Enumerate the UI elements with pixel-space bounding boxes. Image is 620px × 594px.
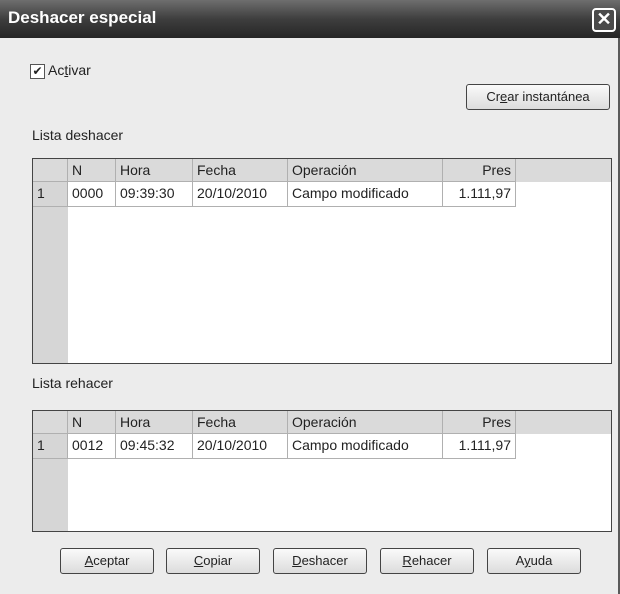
activate-label[interactable]: Activar [48, 62, 91, 78]
close-button[interactable]: ✕ [592, 8, 616, 32]
row-index: 1 [33, 182, 68, 207]
redo-mnemonic: R [402, 553, 412, 568]
snapshot-pre: Cr [486, 89, 501, 104]
table-row[interactable]: 1 0000 09:39:30 20/10/2010 Campo modific… [33, 182, 611, 207]
cell-n: 0012 [68, 434, 116, 459]
undo-list-grid[interactable]: N Hora Fecha Operación Pres 1 0000 09:39… [32, 158, 612, 364]
redo-button[interactable]: Rehacer [380, 548, 474, 574]
row-index: 1 [33, 434, 68, 459]
cell-operacion: Campo modificado [288, 182, 443, 207]
col-header-n[interactable]: N [68, 159, 116, 182]
col-header-hora[interactable]: Hora [116, 411, 193, 434]
help-button[interactable]: Ayuda [487, 548, 581, 574]
undo-mnemonic: D [292, 553, 302, 568]
table-row[interactable]: 1 0012 09:45:32 20/10/2010 Campo modific… [33, 434, 611, 459]
redo-label: ehacer [411, 553, 452, 568]
undo-button[interactable]: Deshacer [273, 548, 367, 574]
title-bar: Deshacer especial ✕ [0, 0, 620, 38]
redo-list-grid[interactable]: N Hora Fecha Operación Pres 1 0012 09:45… [32, 410, 612, 532]
col-header-hora[interactable]: Hora [116, 159, 193, 182]
cell-n: 0000 [68, 182, 116, 207]
corner-cell [33, 159, 68, 182]
col-header-fecha[interactable]: Fecha [193, 159, 288, 182]
help-label-pre: A [515, 553, 525, 568]
copy-label: opiar [203, 553, 233, 568]
cell-pres: 1.111,97 [443, 434, 516, 459]
redo-header-row: N Hora Fecha Operación Pres [33, 411, 611, 434]
accept-mnemonic: A [84, 553, 94, 568]
cell-operacion: Campo modificado [288, 434, 443, 459]
col-header-pres[interactable]: Pres [443, 411, 516, 434]
corner-cell [33, 411, 68, 434]
col-header-fecha[interactable]: Fecha [193, 411, 288, 434]
col-header-operacion[interactable]: Operación [288, 159, 443, 182]
cell-fecha: 20/10/2010 [193, 434, 288, 459]
activate-checkbox[interactable]: ✔ [30, 64, 45, 79]
undo-label: eshacer [301, 553, 348, 568]
snapshot-post: ar instantánea [507, 89, 590, 104]
copy-button[interactable]: Copiar [166, 548, 260, 574]
col-header-pres[interactable]: Pres [443, 159, 516, 182]
undo-special-dialog: Deshacer especial ✕ ✔ Activar Crear inst… [0, 0, 620, 594]
activate-label-pre: Ac [48, 62, 65, 78]
col-header-n[interactable]: N [68, 411, 116, 434]
undo-header-row: N Hora Fecha Operación Pres [33, 159, 611, 182]
cell-hora: 09:39:30 [116, 182, 193, 207]
dialog-title: Deshacer especial [8, 8, 157, 27]
cell-fecha: 20/10/2010 [193, 182, 288, 207]
cell-hora: 09:45:32 [116, 434, 193, 459]
undo-list-title: Lista deshacer [32, 127, 124, 143]
cell-pres: 1.111,97 [443, 182, 516, 207]
col-header-operacion[interactable]: Operación [288, 411, 443, 434]
accept-label: ceptar [93, 553, 130, 568]
help-label: uda [530, 553, 553, 568]
create-snapshot-button[interactable]: Crear instantánea [466, 84, 610, 110]
copy-mnemonic: C [193, 553, 204, 568]
activate-label-post: ivar [68, 62, 91, 78]
close-icon: ✕ [596, 9, 612, 29]
accept-button[interactable]: Aceptar [60, 548, 154, 574]
checkmark-icon: ✔ [32, 64, 43, 78]
redo-list-title: Lista rehacer [32, 375, 113, 391]
